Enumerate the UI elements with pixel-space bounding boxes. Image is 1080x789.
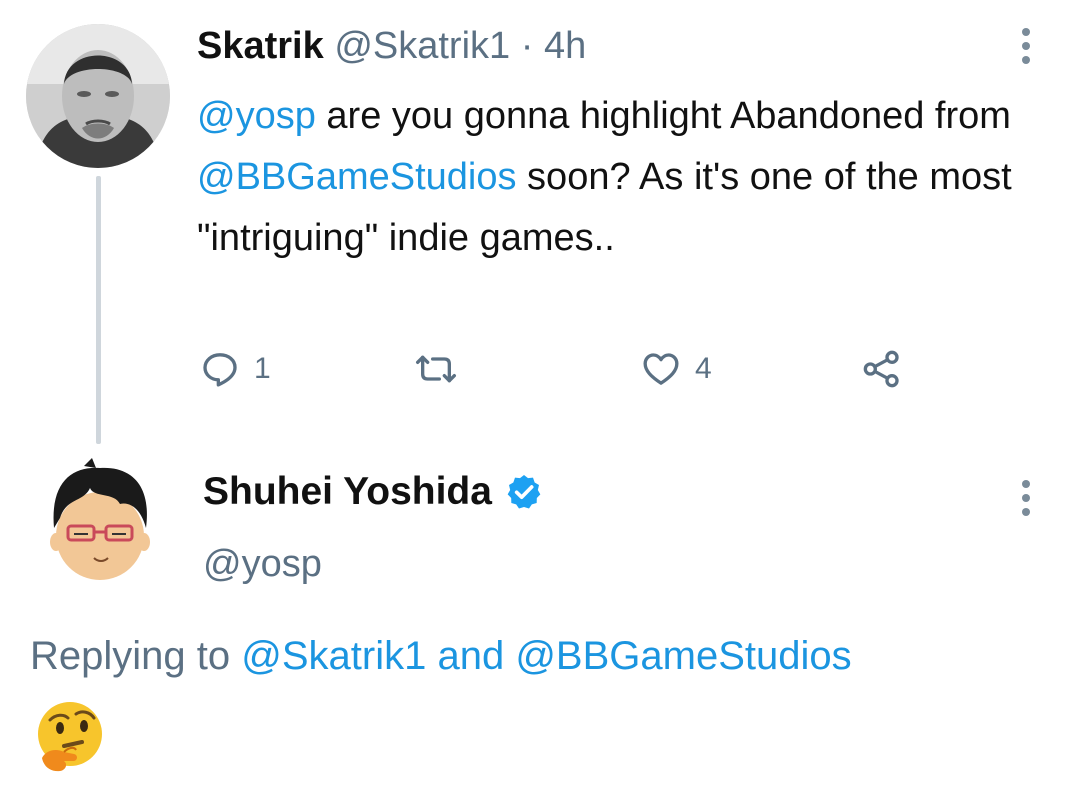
mention-bbgamestudios-reply[interactable]: @BBGameStudios <box>515 634 851 678</box>
mention-yosp[interactable]: @yosp <box>197 95 316 137</box>
tweet2-author-handle[interactable]: @yosp <box>203 540 322 588</box>
tweet1-separator: · <box>520 25 534 67</box>
verified-badge-icon <box>507 475 541 509</box>
tweet2-author: Shuhei Yoshida <box>203 468 544 516</box>
replying-prefix: Replying to <box>30 634 242 678</box>
reply-button[interactable]: 1 <box>200 345 271 393</box>
tweet1-timestamp[interactable]: 4h <box>544 25 586 67</box>
replying-and: and <box>426 634 516 678</box>
tweet2-more-options-icon[interactable] <box>1020 480 1032 522</box>
tweet1-more-options-icon[interactable] <box>1020 28 1032 70</box>
thinking-face-emoji <box>34 700 106 776</box>
replying-to-line: Replying to @Skatrik1 and @BBGameStudios <box>30 630 852 682</box>
retweet-icon <box>415 355 456 383</box>
like-button[interactable]: 4 <box>641 345 712 393</box>
tweet2-author-name[interactable]: Shuhei Yoshida <box>203 468 492 516</box>
mention-bbgamestudios[interactable]: @BBGameStudios <box>197 156 517 198</box>
reply-count: 1 <box>254 352 271 385</box>
share-icon <box>863 350 899 388</box>
like-count: 4 <box>695 352 712 385</box>
thread-line <box>96 176 101 444</box>
heart-icon <box>643 353 679 385</box>
shuhei-yoshida-avatar[interactable] <box>44 458 156 588</box>
tweet1-author-handle[interactable]: @Skatrik1 <box>334 25 510 67</box>
reply-icon <box>203 353 237 387</box>
retweet-button[interactable] <box>414 345 458 393</box>
tweet1-header: Skatrik @Skatrik1 · 4h <box>197 22 586 70</box>
tweet1-text: @yosp are you gonna highlight Abandoned … <box>197 86 1047 269</box>
tweet1-author-name[interactable]: Skatrik <box>197 25 324 67</box>
skatrik-avatar[interactable] <box>26 24 170 168</box>
share-button[interactable] <box>860 345 904 393</box>
tweet1-text-part1: are you gonna highlight Abandoned from <box>315 95 1011 137</box>
mention-skatrik1[interactable]: @Skatrik1 <box>241 634 426 678</box>
